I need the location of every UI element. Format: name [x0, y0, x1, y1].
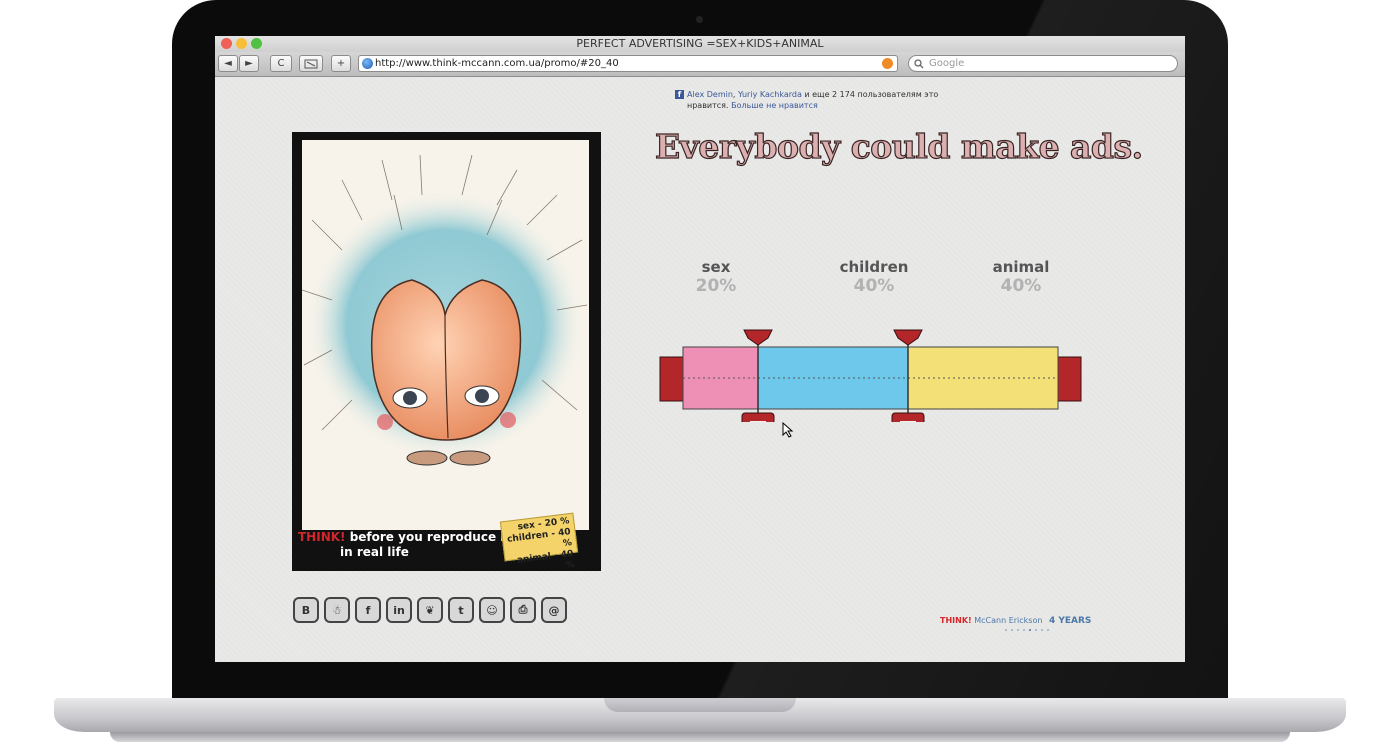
share-icon-6[interactable]: ☺ — [479, 597, 505, 623]
page-dots — [1005, 629, 1049, 631]
page-dot-active[interactable] — [1029, 629, 1031, 631]
minimize-button[interactable] — [236, 38, 247, 49]
facebook-like-text: Alex Demin, Yuriy Kachkarda и еще 2 174 … — [675, 89, 975, 111]
share-icon-8[interactable]: @ — [541, 597, 567, 623]
search-field[interactable]: Google — [908, 55, 1178, 72]
share-icon-1[interactable]: ☃ — [324, 597, 350, 623]
poster-stats-tag: sex - 20 % children - 40 % animal - 40 % — [499, 512, 579, 571]
label-sex-percent: 20% — [695, 276, 737, 296]
label-children: children 40% — [814, 258, 934, 296]
brand-footer[interactable]: THINK! McCann Erickson 4 YEARS — [940, 616, 1091, 626]
window-title: PERFECT ADVERTISING =SEX+KIDS+ANIMAL — [576, 37, 824, 50]
label-animal-name: animal — [992, 258, 1050, 276]
ratio-slider[interactable] — [658, 324, 1084, 422]
share-icon-5[interactable]: t — [448, 597, 474, 623]
webcam — [696, 16, 703, 23]
forward-button[interactable]: ► — [239, 55, 259, 72]
facebook-icon: f — [675, 90, 684, 99]
page-dot[interactable] — [1035, 629, 1037, 631]
unlike-link[interactable]: Больше не нравится — [731, 101, 818, 110]
share-icon-3[interactable]: in — [386, 597, 412, 623]
share-icon-2[interactable]: f — [355, 597, 381, 623]
reload-icon: C — [277, 58, 285, 69]
brand-years: 4 YEARS — [1048, 616, 1092, 626]
share-icon-4[interactable]: ❦ — [417, 597, 443, 623]
browser-toolbar: ◄ ► C + http://www.think-mccann.com.ua/p… — [215, 52, 1185, 77]
page-dot[interactable] — [1041, 629, 1043, 631]
rss-icon[interactable] — [882, 58, 893, 69]
back-button[interactable]: ◄ — [218, 55, 238, 72]
back-icon: ◄ — [224, 58, 232, 69]
label-sex: sex 20% — [656, 258, 776, 296]
page-dot[interactable] — [1005, 629, 1007, 631]
search-placeholder: Google — [929, 58, 965, 69]
poster-think: THINK! — [298, 530, 346, 544]
poster-line-2: in real life — [340, 545, 409, 559]
forward-icon: ► — [245, 58, 253, 69]
browser-window: PERFECT ADVERTISING =SEX+KIDS+ANIMAL ◄ ►… — [215, 36, 1185, 662]
laptop-base-edge — [110, 732, 1290, 742]
poster-line-1: before you reproduce it — [345, 530, 511, 544]
label-children-name: children — [839, 258, 909, 276]
web-page: f Alex Demin, Yuriy Kachkarda и еще 2 17… — [215, 77, 1185, 662]
page-dot[interactable] — [1017, 629, 1019, 631]
page-heading: Everybody could make ads. — [654, 126, 1143, 166]
reload-button[interactable]: C — [270, 55, 292, 72]
label-animal-percent: 40% — [1000, 276, 1042, 296]
poster-image: THINK! before you reproduce it in real l… — [292, 132, 601, 571]
label-children-percent: 40% — [853, 276, 895, 296]
right-end-cap — [1056, 356, 1082, 402]
search-icon — [914, 59, 924, 69]
share-icon-0[interactable]: B — [293, 597, 319, 623]
facebook-like-box: f Alex Demin, Yuriy Kachkarda и еще 2 17… — [675, 89, 975, 111]
window-controls — [221, 38, 262, 49]
snapback-button[interactable] — [299, 55, 323, 72]
plus-icon: + — [336, 58, 346, 69]
laptop-notch — [604, 698, 796, 712]
snapback-icon — [304, 59, 318, 68]
zoom-button[interactable] — [251, 38, 262, 49]
globe-icon — [362, 58, 373, 69]
label-sex-name: sex — [701, 258, 731, 276]
page-dot[interactable] — [1023, 629, 1025, 631]
add-bookmark-button[interactable]: + — [331, 55, 351, 72]
page-dot[interactable] — [1047, 629, 1049, 631]
poster-caption: THINK! before you reproduce it in real l… — [298, 530, 510, 560]
address-bar[interactable]: http://www.think-mccann.com.ua/promo/#20… — [358, 55, 898, 72]
friend-link-1[interactable]: Alex Demin — [687, 90, 733, 99]
friend-link-2[interactable]: Yuriy Kachkarda — [738, 90, 802, 99]
left-end-cap — [659, 356, 685, 402]
brand-name: McCann Erickson — [971, 616, 1043, 625]
url-text: http://www.think-mccann.com.ua/promo/#20… — [375, 58, 619, 69]
social-share-bar: B ☃ f in ❦ t ☺ ⎙ @ — [293, 597, 567, 623]
label-animal: animal 40% — [961, 258, 1081, 296]
share-icon-7[interactable]: ⎙ — [510, 597, 536, 623]
page-dot[interactable] — [1011, 629, 1013, 631]
title-bar: PERFECT ADVERTISING =SEX+KIDS+ANIMAL — [215, 36, 1185, 52]
poster-illustration — [302, 140, 589, 530]
hedgehog-illustration — [302, 154, 588, 466]
brand-think: THINK! — [940, 616, 972, 625]
mouse-cursor-icon — [782, 422, 794, 438]
close-button[interactable] — [221, 38, 232, 49]
